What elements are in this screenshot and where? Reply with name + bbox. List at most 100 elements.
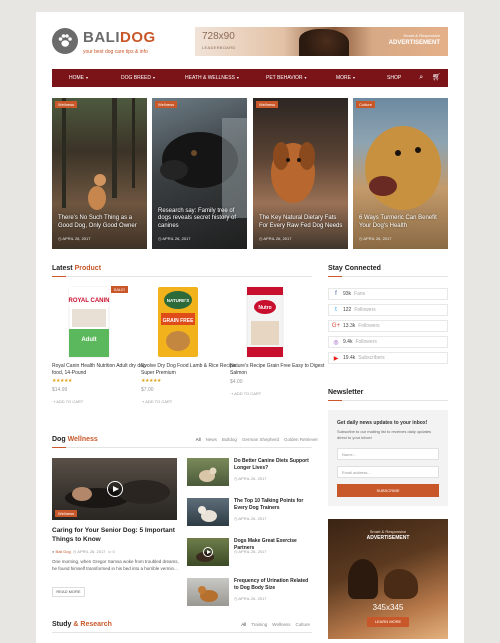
social-label: Subscribers [358, 355, 385, 361]
add-to-cart-button[interactable]: ⇢ ADD TO CART [141, 399, 241, 404]
svg-text:ROYAL CANIN: ROYAL CANIN [68, 298, 109, 304]
filter-german-shepherd[interactable]: German Shepherd [242, 437, 279, 442]
nav-item-health-wellness[interactable]: HEATH & WELLNESS ▾ [185, 75, 239, 81]
list-item[interactable]: Do Better Canine Diets Support Longer Li… [187, 458, 317, 486]
filter-all[interactable]: All [196, 437, 201, 442]
category-tag[interactable]: Culture [356, 101, 375, 108]
add-to-cart-button[interactable]: ⇢ ADD TO CART [52, 399, 152, 404]
email-input[interactable]: Email address... [337, 466, 439, 478]
name-input[interactable]: Name... [337, 448, 439, 460]
social-label: Followers [354, 307, 376, 313]
header-ad-banner[interactable]: 728x90 LEADERBOARD Smart & Responsive AD… [195, 27, 448, 56]
hero-post[interactable]: Wellness Research say: Family tree of do… [152, 98, 247, 249]
social-instagram[interactable]: ◎ 9.4k Followers [328, 336, 448, 348]
author-link[interactable]: Bali Dog [56, 549, 71, 554]
filter-all[interactable]: All [241, 622, 246, 627]
section-divider [328, 400, 448, 401]
nav-item-dog-breed[interactable]: DOG BREED ▾ [121, 75, 155, 81]
main-nav: HOME ▾ DOG BREED ▾ HEATH & WELLNESS ▾ PET B… [52, 69, 448, 87]
read-more-button[interactable]: READ MORE [52, 587, 85, 597]
add-to-cart-button[interactable]: ⇢ ADD TO CART [230, 391, 330, 396]
post-date: ◷ APRIL 26, 2017 [234, 476, 267, 481]
cart-icon[interactable]: 🛒︎ [432, 73, 441, 83]
list-item[interactable]: Frequency of Urination Related to Dog Bo… [187, 578, 317, 606]
product-name[interactable]: Nature's Recipe Grain Free Easy to Diges… [230, 363, 330, 376]
hero-post[interactable]: Wellness The Key Natural Dietary Fats Fo… [253, 98, 348, 249]
category-tag[interactable]: Wellness [256, 101, 279, 108]
product-image[interactable]: NATURE'S GRAIN FREE [141, 285, 241, 360]
filter-news[interactable]: News [206, 437, 217, 442]
social-google-plus[interactable]: G+ 13.3k Followers [328, 320, 448, 332]
social-youtube[interactable]: ▶ 19.4k Subscribers [328, 352, 448, 364]
featured-post-title[interactable]: Caring for Your Senior Dog: 5 Important … [52, 526, 182, 544]
hero-title[interactable]: 6 Ways Turmeric Can Benefit Your Dog's H… [359, 215, 443, 230]
product-name[interactable]: Evolve Dry Dog Food Lamb & Rice Recipe S… [141, 363, 241, 376]
ad-sub-label: LEADERBOARD [202, 45, 236, 50]
product-image[interactable]: ROYAL CANIN Adult SALE! [52, 285, 152, 360]
category-tag[interactable]: Wellness [55, 101, 78, 108]
product-card[interactable]: ROYAL CANIN Adult SALE! Royal Canin Heal… [52, 285, 152, 404]
post-thumbnail[interactable] [187, 578, 229, 606]
filter-culture[interactable]: Culture [295, 622, 310, 627]
section-divider [52, 632, 312, 633]
list-item[interactable]: Dogs Make Great Exercise Partners ◷ APRI… [187, 538, 317, 566]
nav-item-shop[interactable]: SHOP [387, 75, 401, 81]
post-title[interactable]: The Top 10 Talking Points for Every Dog … [234, 498, 312, 511]
social-twitter[interactable]: t 122 Followers [328, 304, 448, 316]
search-icon[interactable]: ⌕ [419, 73, 423, 83]
page: BALIDOG your best dog care tips & info 7… [36, 12, 464, 643]
product-price: $14.99 [52, 387, 68, 393]
filter-bulldog[interactable]: Bulldog [222, 437, 237, 442]
nav-item-pet-behavior[interactable]: PET BEHAVIOR ▾ [266, 75, 307, 81]
product-image[interactable]: Nutro [230, 285, 330, 360]
ad-title: ADVERTISEMENT [388, 40, 440, 46]
nav-item-home[interactable]: HOME ▾ [69, 75, 88, 81]
hero-title[interactable]: The Key Natural Dietary Fats For Every R… [259, 215, 343, 230]
post-thumbnail[interactable] [187, 498, 229, 526]
social-label: Followers [358, 323, 380, 329]
wellness-filters: All News Bulldog German Shepherd Golden … [196, 437, 318, 442]
play-icon[interactable] [107, 481, 123, 497]
play-icon[interactable] [203, 547, 213, 557]
svg-text:NATURE'S: NATURE'S [167, 298, 190, 303]
nav-item-more[interactable]: MORE ▾ [336, 75, 355, 81]
subscribe-button[interactable]: SUBSCRIBE [337, 484, 439, 497]
site-logo[interactable]: BALIDOG your best dog care tips & info [52, 28, 212, 64]
post-title[interactable]: Frequency of Urination Related to Dog Bo… [234, 578, 312, 591]
product-card[interactable]: Nutro Nature's Recipe Grain Free Easy to… [230, 285, 330, 396]
sidebar-ad[interactable]: Smart & Responsive ADVERTISEMENT 345x345… [328, 519, 448, 639]
newsletter-title: Newsletter [328, 389, 364, 396]
post-date: ◷ APRIL 26, 2017 [58, 236, 91, 241]
svg-text:Adult: Adult [81, 337, 96, 343]
filter-golden-retriever[interactable]: Golden Retriever [284, 437, 318, 442]
post-date: ◷ APRIL 26, 2017 [234, 549, 267, 554]
product-card[interactable]: NATURE'S GRAIN FREE Evolve Dry Dog Food … [141, 285, 241, 404]
dog-wellness-title: Dog Wellness [52, 436, 98, 443]
newsletter-description: Subscribe to our mailing list to receive… [337, 429, 432, 440]
social-facebook[interactable]: f 93k Fans [328, 288, 448, 300]
list-item[interactable]: The Top 10 Talking Points for Every Dog … [187, 498, 317, 526]
product-name[interactable]: Royal Canin Health Nutrition Adult dry d… [52, 363, 152, 376]
post-thumbnail[interactable] [187, 538, 229, 566]
hero-title[interactable]: Research say: Family tree of dogs reveal… [158, 208, 242, 231]
rating-stars: ★★★★★ [141, 378, 161, 384]
product-price: $7.00 [141, 387, 154, 393]
hero-title[interactable]: There's No Such Thing as a Good Dog, Onl… [58, 215, 142, 230]
filter-training[interactable]: Training [251, 622, 267, 627]
chevron-down-icon: ▾ [353, 75, 356, 80]
hero-post[interactable]: Wellness There's No Such Thing as a Good… [52, 98, 147, 249]
category-tag[interactable]: Wellness [155, 101, 178, 108]
post-thumbnail[interactable] [187, 458, 229, 486]
social-count: 122 [343, 307, 352, 313]
newsletter-heading: Get daily news updates to your inbox! [337, 420, 428, 426]
post-title[interactable]: Do Better Canine Diets Support Longer Li… [234, 458, 312, 471]
newsletter-box: Get daily news updates to your inbox! Su… [328, 410, 448, 506]
learn-more-button[interactable]: LEARN MORE [367, 617, 409, 627]
category-tag[interactable]: Wellness [55, 510, 78, 517]
hero-post[interactable]: Culture 6 Ways Turmeric Can Benefit Your… [353, 98, 448, 249]
filter-wellness[interactable]: Wellness [272, 622, 290, 627]
section-divider [52, 447, 312, 448]
featured-post-image[interactable]: Wellness [52, 458, 177, 520]
study-research-title: Study & Research [52, 621, 112, 628]
post-date: ◷ APRIL 26, 2017 [158, 236, 191, 241]
